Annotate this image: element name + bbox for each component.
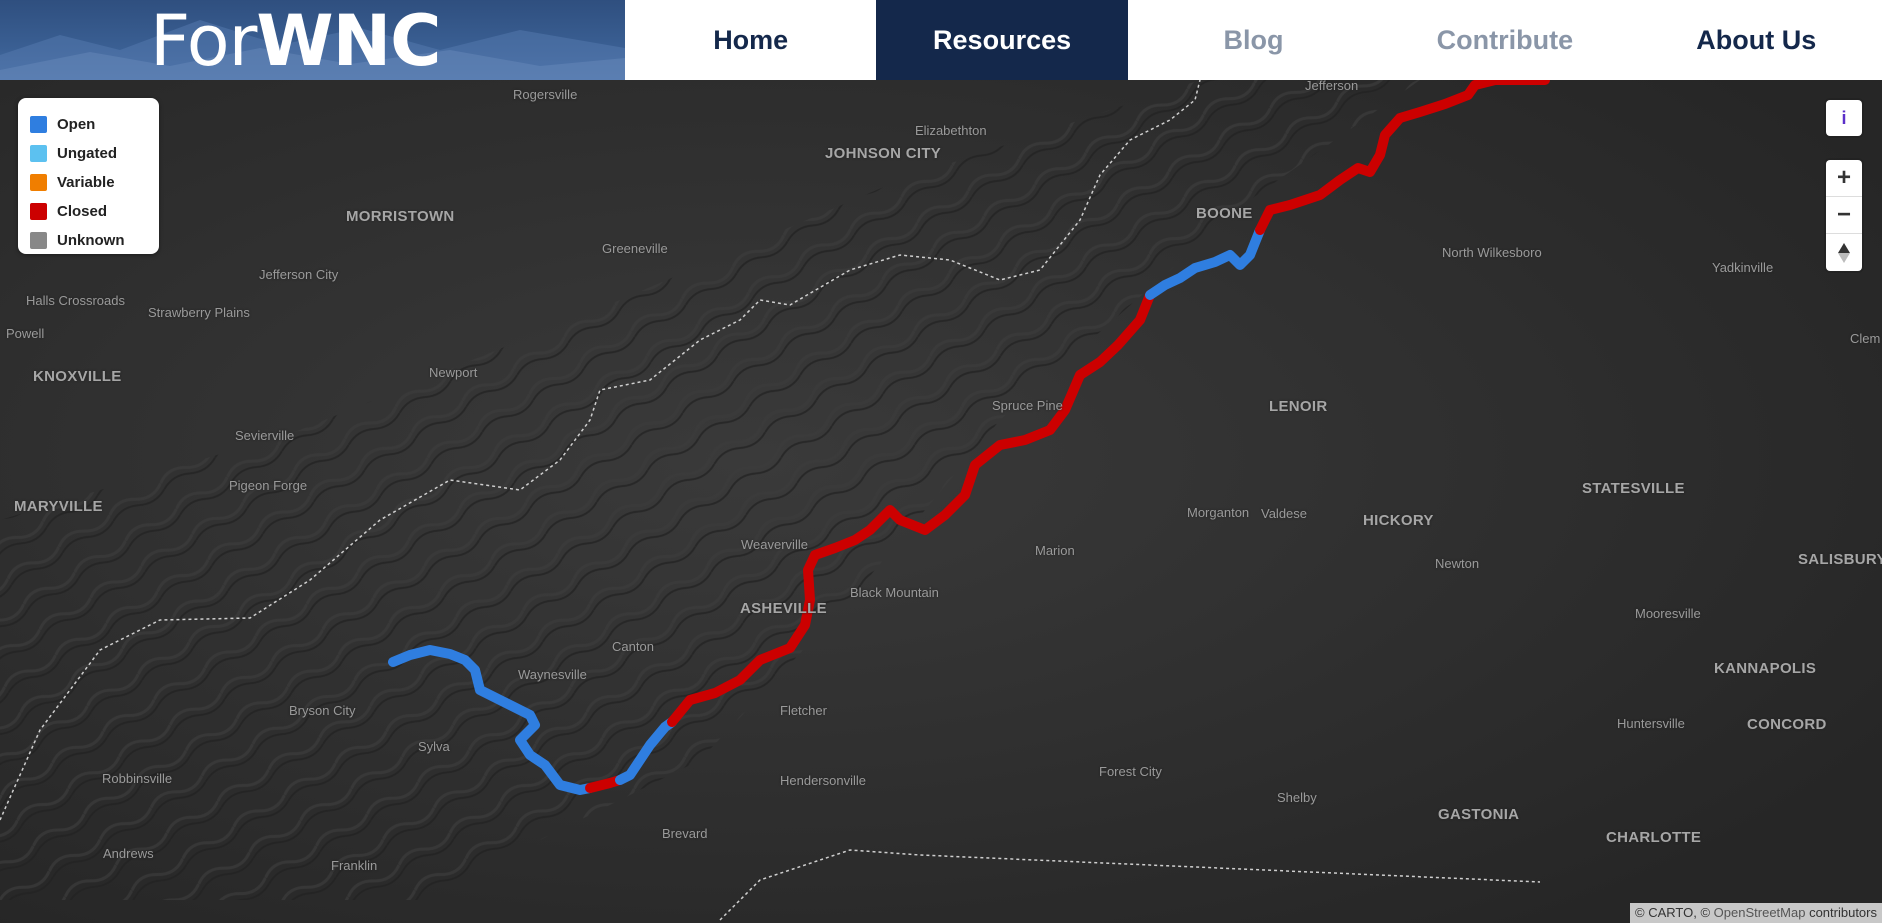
place-label: Newton: [1435, 556, 1480, 571]
place-label: Huntersville: [1617, 716, 1685, 731]
place-label: BOONE: [1196, 205, 1253, 222]
nav-home[interactable]: Home: [625, 0, 876, 80]
place-label: Bryson City: [289, 703, 356, 718]
legend-label: Open: [57, 116, 96, 133]
place-label: North Wilkesboro: [1442, 245, 1542, 260]
place-label: Newport: [429, 365, 478, 380]
place-label: GASTONIA: [1438, 806, 1520, 823]
place-label: Clem: [1850, 331, 1881, 346]
map-layer: [0, 80, 1882, 923]
info-button[interactable]: i: [1826, 100, 1862, 136]
legend-label: Closed: [57, 203, 108, 220]
place-label: MARYVILLE: [14, 498, 103, 515]
place-label: Fletcher: [780, 703, 827, 718]
legend-label: Unknown: [57, 232, 125, 249]
map-canvas[interactable]: Rogersville Jefferson Elizabethton JOHNS…: [0, 80, 1882, 923]
place-label: Greeneville: [602, 241, 668, 256]
place-label: Andrews: [103, 846, 154, 861]
place-label: Marion: [1035, 543, 1075, 558]
place-label: Hendersonville: [780, 773, 866, 788]
place-label: LENOIR: [1269, 398, 1328, 415]
place-label: Sylva: [418, 739, 450, 754]
place-label: Weaverville: [741, 537, 808, 552]
place-label: Yadkinville: [1712, 260, 1774, 275]
place-label: Valdese: [1261, 506, 1308, 521]
place-label: KANNAPOLIS: [1714, 660, 1817, 677]
brand-banner[interactable]: ForWNC: [0, 0, 625, 80]
place-label: Waynesville: [518, 667, 587, 682]
legend-item-open: Open: [30, 110, 159, 139]
place-label: Rogersville: [513, 87, 578, 102]
place-label: Canton: [612, 639, 654, 654]
legend-label: Variable: [57, 174, 115, 191]
place-label: JOHNSON CITY: [825, 145, 942, 162]
zoom-controls: + −: [1826, 160, 1862, 271]
compass-reset-button[interactable]: [1826, 234, 1862, 271]
status-legend: Open Ungated Variable Closed Unknown: [18, 98, 159, 254]
legend-item-closed: Closed: [30, 197, 159, 226]
brand-prefix: For: [150, 0, 257, 80]
place-label: Mooresville: [1635, 606, 1701, 621]
legend-swatch: [30, 203, 47, 220]
zoom-out-button[interactable]: −: [1826, 197, 1862, 234]
place-label: ASHEVILLE: [740, 600, 827, 617]
place-label: KNOXVILLE: [33, 368, 122, 385]
attribution-prefix: © CARTO, ©: [1635, 905, 1714, 920]
legend-item-variable: Variable: [30, 168, 159, 197]
brand-suffix: WNC: [256, 0, 441, 80]
place-label: SALISBURY: [1798, 551, 1882, 568]
attribution-suffix: contributors: [1805, 905, 1877, 920]
place-label: Brevard: [662, 826, 708, 841]
nav-blog[interactable]: Blog: [1128, 0, 1379, 80]
compass-icon: [1838, 242, 1850, 263]
brand-logo: ForWNC: [150, 0, 442, 80]
place-label: Pigeon Forge: [229, 478, 308, 493]
legend-swatch: [30, 174, 47, 191]
nav-about-us[interactable]: About Us: [1631, 0, 1882, 80]
place-label: HICKORY: [1363, 512, 1434, 529]
legend-label: Ungated: [57, 145, 117, 162]
legend-item-unknown: Unknown: [30, 226, 159, 255]
place-label: STATESVILLE: [1582, 480, 1685, 497]
place-label: Powell: [6, 326, 45, 341]
place-label: Morganton: [1187, 505, 1250, 520]
place-label: Franklin: [331, 858, 378, 873]
place-label: Jefferson City: [259, 267, 339, 282]
legend-swatch: [30, 116, 47, 133]
zoom-in-button[interactable]: +: [1826, 160, 1862, 197]
place-label: Halls Crossroads: [26, 293, 125, 308]
place-label: CONCORD: [1747, 716, 1827, 733]
place-label: Strawberry Plains: [148, 305, 250, 320]
nav-contribute[interactable]: Contribute: [1379, 0, 1630, 80]
main-nav: Home Resources Blog Contribute About Us: [625, 0, 1882, 80]
site-header: ForWNC Home Resources Blog Contribute Ab…: [0, 0, 1882, 80]
place-label: MORRISTOWN: [346, 208, 455, 225]
map-attribution: © CARTO, © OpenStreetMap contributors: [1630, 903, 1882, 923]
place-label: Sevierville: [235, 428, 295, 443]
legend-swatch: [30, 145, 47, 162]
place-label: Black Mountain: [850, 585, 939, 600]
place-label: Jefferson: [1305, 80, 1359, 93]
place-label: CHARLOTTE: [1606, 829, 1702, 846]
place-label: Elizabethton: [915, 123, 987, 138]
place-label: Shelby: [1277, 790, 1317, 805]
legend-item-ungated: Ungated: [30, 139, 159, 168]
osm-link[interactable]: OpenStreetMap: [1714, 905, 1806, 920]
place-label: Spruce Pine: [992, 398, 1063, 413]
place-label: Robbinsville: [102, 771, 173, 786]
place-label: Forest City: [1099, 764, 1162, 779]
legend-swatch: [30, 232, 47, 249]
nav-resources[interactable]: Resources: [876, 0, 1128, 80]
